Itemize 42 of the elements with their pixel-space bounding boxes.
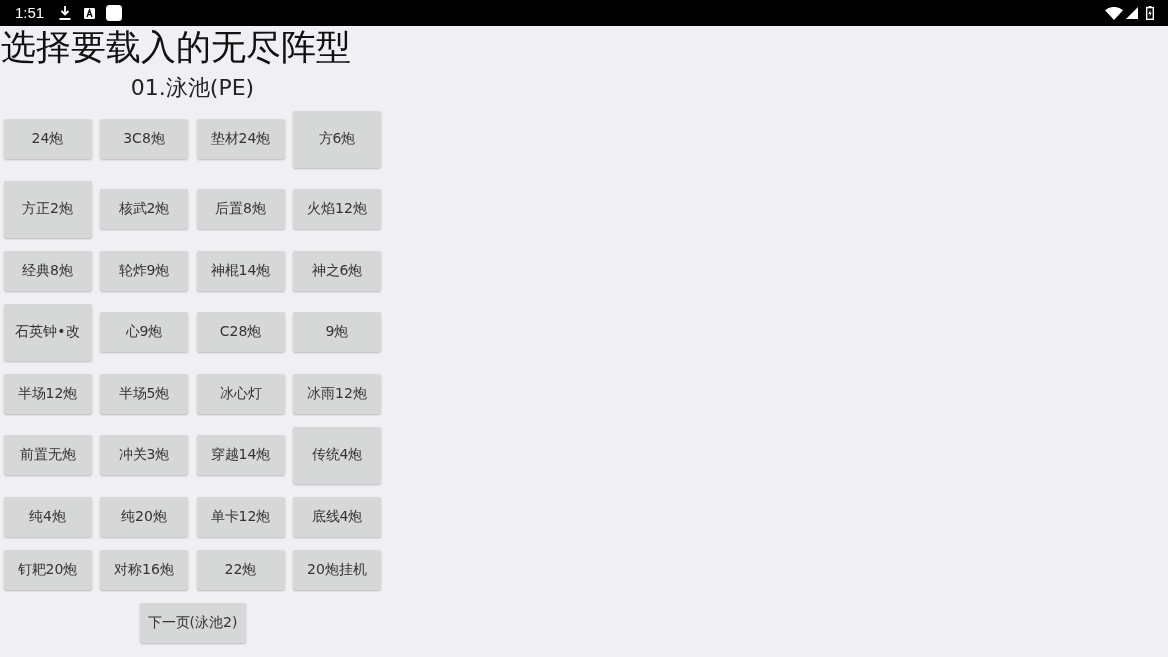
download-icon [59,6,72,20]
layout-button[interactable]: 石英钟•改 [3,303,92,361]
signal-icon [1126,7,1138,19]
layout-button[interactable]: 方正2炮 [3,180,92,238]
layout-button[interactable]: 纯4炮 [3,496,92,537]
wifi-icon [1105,6,1123,20]
layout-button[interactable]: 底线4炮 [293,496,381,537]
layout-button[interactable]: 方6炮 [293,110,381,168]
layout-button[interactable]: 神棍14炮 [196,250,285,291]
battery-charging-icon [1146,6,1154,20]
layout-button[interactable]: 对称16炮 [100,549,188,590]
layout-button[interactable]: 单卡12炮 [196,496,285,537]
layout-button[interactable]: 钉耙20炮 [3,549,92,590]
layout-button[interactable]: 前置无炮 [3,435,92,475]
layout-button[interactable]: C28炮 [196,312,285,352]
layout-button[interactable]: 火焰12炮 [293,189,381,229]
layout-button[interactable]: 心9炮 [100,312,188,352]
layout-button[interactable]: 24炮 [3,119,92,159]
next-page-button[interactable]: 下一页(泳池2) [139,602,246,643]
layout-button[interactable]: 冲关3炮 [100,435,188,475]
layout-button[interactable]: 核武2炮 [100,189,188,229]
layout-button[interactable]: 神之6炮 [293,250,381,291]
letter-tile-icon [84,7,96,19]
layout-button[interactable]: 经典8炮 [3,250,92,291]
layout-button[interactable]: 轮炸9炮 [100,250,188,291]
layout-button[interactable]: 穿越14炮 [196,435,285,475]
layout-button[interactable]: 冰心灯 [196,373,285,414]
layout-button[interactable]: 9炮 [293,312,381,352]
layout-button[interactable]: 半场5炮 [100,373,188,414]
layout-button[interactable]: 22炮 [196,549,285,590]
status-time: 1:51 [15,4,45,22]
layout-button[interactable]: 20炮挂机 [293,549,381,590]
layout-button[interactable]: 传统4炮 [293,426,381,484]
page-title: 选择要载入的无尽阵型 [0,26,352,68]
layout-button[interactable]: 后置8炮 [196,189,285,229]
layout-button[interactable]: 纯20炮 [100,496,188,537]
layout-button[interactable]: 3C8炮 [100,119,188,159]
square-icon [106,5,123,21]
page-subtitle: 01.泳池(PE) [129,74,256,102]
layout-button[interactable]: 垫材24炮 [196,119,285,159]
layout-button[interactable]: 冰雨12炮 [293,373,381,414]
layout-button[interactable]: 半场12炮 [3,373,92,414]
